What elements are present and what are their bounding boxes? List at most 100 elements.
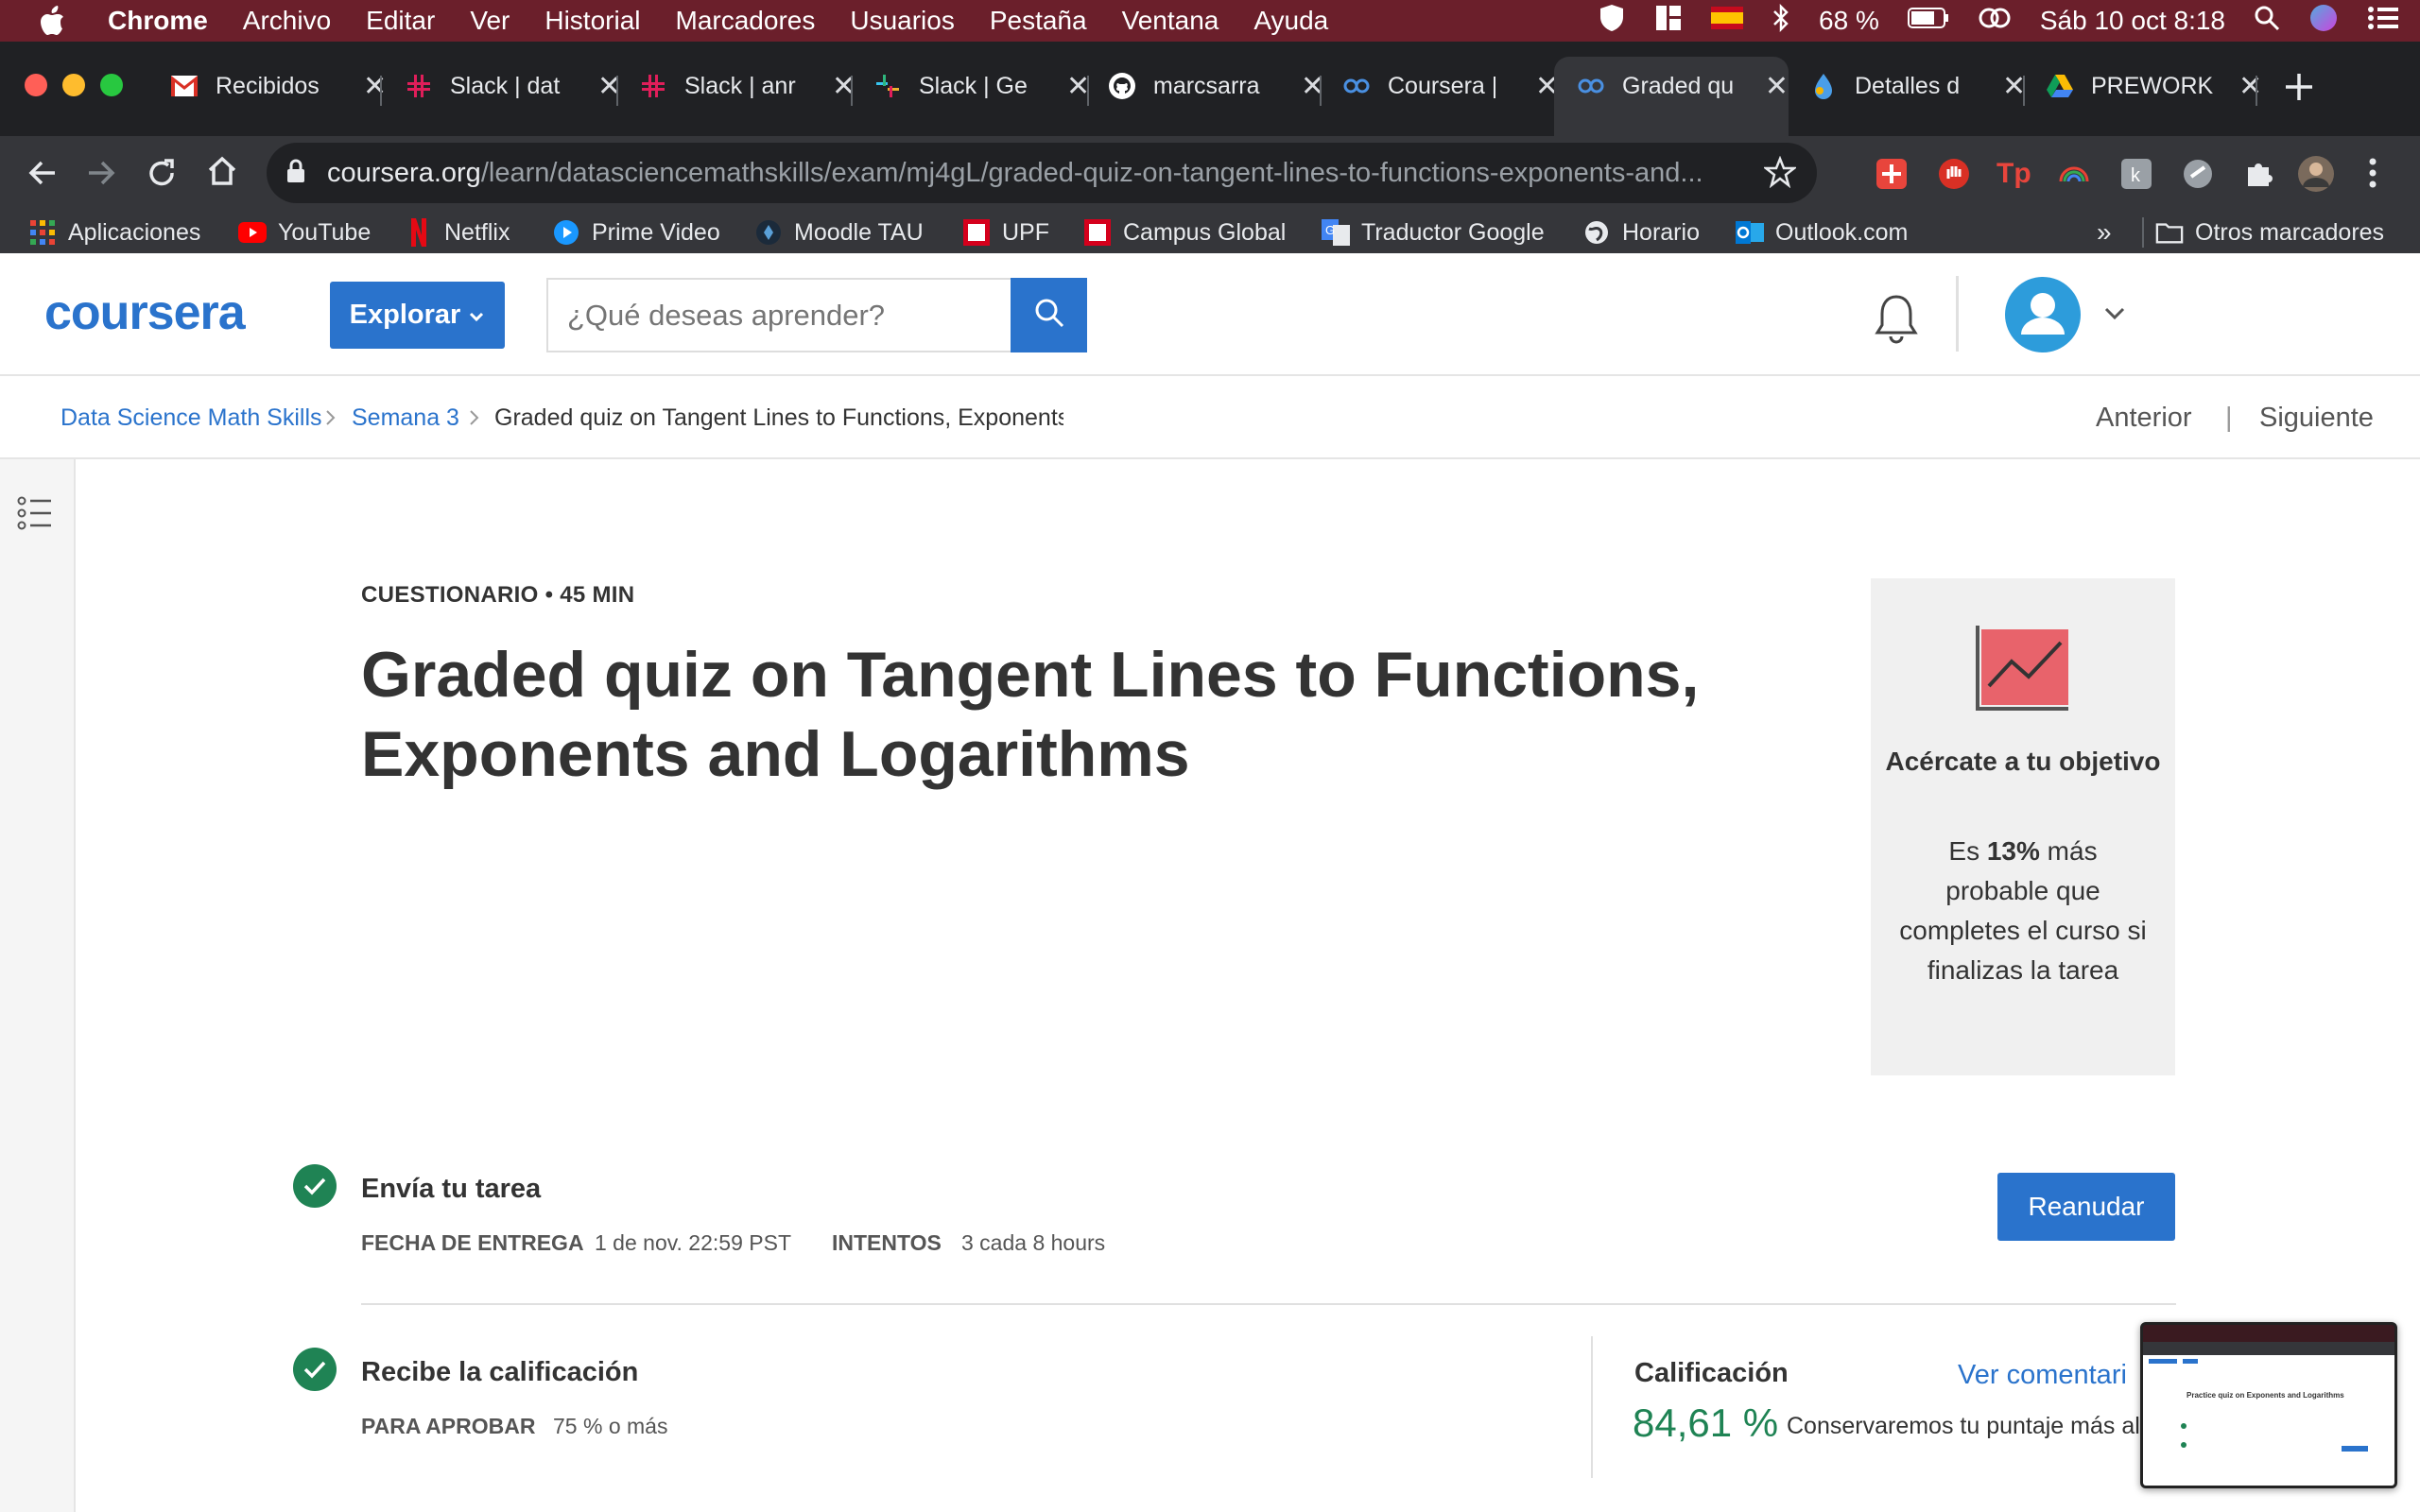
grade-label: Calificación bbox=[1634, 1358, 1789, 1388]
quiz-meta: CUESTIONARIO • 45 MIN bbox=[361, 582, 635, 608]
creative-cloud-icon[interactable] bbox=[1978, 6, 2012, 37]
goal-card: Acércate a tu objetivo Es 13% más probab… bbox=[1871, 578, 2175, 1075]
explore-button[interactable]: Explorar bbox=[330, 282, 505, 349]
menu-historial[interactable]: Historial bbox=[544, 6, 640, 36]
notification-bell-icon[interactable] bbox=[1872, 291, 1921, 349]
extension-k-icon[interactable]: k bbox=[2121, 159, 2152, 194]
tab-close-icon[interactable]: ✕ bbox=[1765, 70, 1789, 103]
extensions-puzzle-icon[interactable] bbox=[2242, 158, 2274, 195]
bookmarks-overflow-chevron[interactable]: » bbox=[2097, 215, 2112, 249]
menu-ver[interactable]: Ver bbox=[470, 6, 510, 36]
bookmark-star-icon[interactable] bbox=[1762, 155, 1798, 193]
tab-prework[interactable]: PREWORK ✕ bbox=[2046, 59, 2262, 113]
search-input[interactable] bbox=[546, 278, 1011, 352]
breadcrumb: Data Science Math Skills Semana 3 Graded… bbox=[0, 376, 2420, 459]
upf-icon bbox=[1083, 218, 1112, 247]
slack-icon bbox=[405, 72, 433, 100]
tab-graded-quiz-active[interactable]: Graded qu ✕ bbox=[1554, 57, 1789, 136]
bookmark-horario[interactable]: Horario bbox=[1582, 215, 1700, 249]
attempts-value: 3 cada 8 hours bbox=[961, 1230, 1106, 1255]
bookmark-otros-marcadores[interactable]: Otros marcadores bbox=[2155, 215, 2384, 249]
menu-usuarios[interactable]: Usuarios bbox=[850, 6, 954, 36]
back-arrow-icon[interactable] bbox=[26, 157, 59, 194]
extension-tp-icon[interactable]: Tp bbox=[1996, 158, 2031, 190]
menubar-clock[interactable]: Sáb 10 oct 8:18 bbox=[2040, 6, 2225, 36]
bookmark-traductor-google[interactable]: G Traductor Google bbox=[1322, 215, 1545, 249]
bluetooth-icon[interactable] bbox=[1772, 3, 1790, 40]
apple-icon[interactable] bbox=[38, 5, 70, 37]
siri-icon[interactable] bbox=[2308, 3, 2339, 40]
bookmark-outlook[interactable]: Outlook.com bbox=[1736, 215, 1908, 249]
forward-arrow-icon[interactable] bbox=[85, 157, 117, 194]
shield-icon[interactable] bbox=[1598, 3, 1626, 40]
extension-plus-icon[interactable] bbox=[1876, 159, 1907, 194]
window-minimize-button[interactable] bbox=[62, 74, 85, 96]
control-center-icon[interactable] bbox=[2367, 6, 2399, 37]
menu-editar[interactable]: Editar bbox=[366, 6, 435, 36]
bookmark-campus-global[interactable]: Campus Global bbox=[1083, 215, 1286, 249]
folder-icon bbox=[2155, 218, 2184, 247]
menu-ventana[interactable]: Ventana bbox=[1122, 6, 1219, 36]
breadcrumb-course-link[interactable]: Data Science Math Skills bbox=[60, 404, 322, 432]
grade-value: 84,61 % bbox=[1633, 1400, 1779, 1445]
new-tab-icon[interactable] bbox=[2282, 70, 2316, 109]
account-chevron-down-icon[interactable] bbox=[2103, 306, 2126, 326]
outline-list-icon[interactable] bbox=[17, 495, 55, 538]
menu-marcadores[interactable]: Marcadores bbox=[676, 6, 816, 36]
moodle-icon bbox=[754, 218, 783, 247]
chrome-menu-icon[interactable] bbox=[2367, 157, 2378, 194]
home-icon[interactable] bbox=[206, 155, 238, 192]
tab-coursera-1[interactable]: Coursera | ✕ bbox=[1342, 59, 1559, 113]
svg-text:k: k bbox=[2131, 165, 2141, 186]
gmail-icon bbox=[170, 72, 199, 100]
profile-avatar-icon[interactable] bbox=[2297, 155, 2335, 198]
spanish-flag-icon[interactable] bbox=[1711, 6, 1744, 36]
grade-note: Conservaremos tu puntaje más al bbox=[1787, 1413, 2140, 1439]
url-text[interactable]: coursera.org/learn/datasciencemathskills… bbox=[327, 158, 1802, 189]
window-zoom-button[interactable] bbox=[100, 74, 123, 96]
bookmark-moodle-tau[interactable]: Moodle TAU bbox=[754, 215, 924, 249]
tab-github[interactable]: marcsarra ✕ bbox=[1108, 59, 1324, 113]
address-bar[interactable]: coursera.org/learn/datasciencemathskills… bbox=[267, 143, 1817, 203]
previous-item-link[interactable]: Anterior bbox=[2096, 403, 2192, 434]
tab-slack-3[interactable]: Slack | Ge ✕ bbox=[873, 59, 1090, 113]
extension-circle-icon[interactable] bbox=[2182, 158, 2214, 195]
extension-rainbow-icon[interactable] bbox=[2059, 161, 2089, 190]
menu-ayuda[interactable]: Ayuda bbox=[1253, 6, 1328, 36]
menu-pestana[interactable]: Pestaña bbox=[990, 6, 1087, 36]
lock-icon[interactable] bbox=[285, 158, 306, 189]
tab-close-icon[interactable]: ✕ bbox=[363, 70, 387, 103]
view-feedback-link[interactable]: Ver comentari bbox=[1958, 1360, 2127, 1391]
due-date-value: 1 de nov. 22:59 PST bbox=[595, 1230, 791, 1255]
outlook-icon bbox=[1736, 218, 1764, 247]
bookmark-youtube[interactable]: YouTube bbox=[238, 215, 371, 249]
extension-stop-hand-icon[interactable] bbox=[1938, 158, 1970, 195]
tab-detalles[interactable]: Detalles d ✕ bbox=[1809, 59, 2026, 113]
spotlight-search-icon[interactable] bbox=[2254, 5, 2280, 38]
search-button[interactable] bbox=[1011, 278, 1087, 352]
tab-close-icon[interactable]: ✕ bbox=[2238, 70, 2262, 103]
window-layout-icon[interactable] bbox=[1654, 4, 1683, 39]
user-avatar[interactable] bbox=[2004, 276, 2082, 358]
tab-gmail[interactable]: Recibidos ✕ bbox=[170, 59, 387, 113]
bookmark-netflix[interactable]: Netflix bbox=[405, 215, 510, 249]
screenshot-thumbnail[interactable]: Practice quiz on Exponents and Logarithm… bbox=[2140, 1322, 2397, 1488]
coursera-logo[interactable]: coursera bbox=[44, 285, 286, 347]
bookmark-prime-video[interactable]: Prime Video bbox=[552, 215, 720, 249]
goal-heading: Acércate a tu objetivo bbox=[1885, 747, 2161, 776]
next-item-link[interactable]: Siguiente bbox=[2259, 403, 2374, 434]
tab-slack-1[interactable]: Slack | dat ✕ bbox=[405, 59, 621, 113]
tab-slack-2[interactable]: Slack | anr ✕ bbox=[639, 59, 856, 113]
breadcrumb-week-link[interactable]: Semana 3 bbox=[352, 404, 459, 432]
bookmark-aplicaciones[interactable]: Aplicaciones bbox=[28, 215, 200, 249]
netflix-icon bbox=[405, 218, 433, 247]
battery-icon[interactable] bbox=[1907, 6, 1949, 36]
menu-chrome[interactable]: Chrome bbox=[108, 6, 208, 36]
window-close-button[interactable] bbox=[25, 74, 47, 96]
bookmark-upf[interactable]: UPF bbox=[962, 215, 1049, 249]
reload-icon[interactable] bbox=[146, 157, 178, 194]
check-circle-icon bbox=[293, 1164, 337, 1208]
resume-button[interactable]: Reanudar bbox=[1997, 1173, 2175, 1241]
breadcrumb-chevron-icon bbox=[324, 406, 337, 434]
menu-archivo[interactable]: Archivo bbox=[243, 6, 331, 36]
